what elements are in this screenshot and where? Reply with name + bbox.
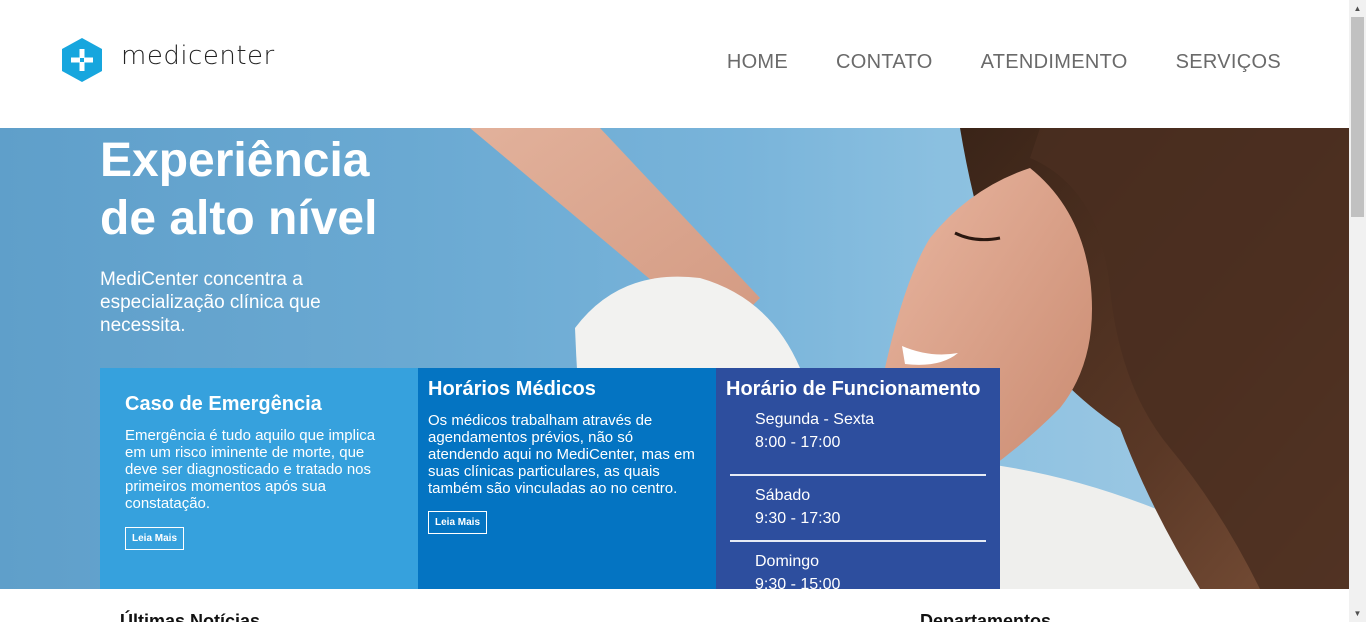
medicenter-logo-icon bbox=[62, 38, 102, 82]
scroll-up-arrow-icon[interactable]: ▲ bbox=[1349, 0, 1366, 17]
schedule-row: Domingo 9:30 - 15:00 bbox=[730, 540, 986, 589]
doctor-hours-title: Horários Médicos bbox=[428, 378, 596, 400]
site-header: medicenter HOME CONTATO ATENDIMENTO SERV… bbox=[0, 0, 1349, 128]
nav-servicos[interactable]: SERVIÇOS bbox=[1176, 51, 1281, 74]
emergency-title: Caso de Emergência bbox=[125, 393, 322, 415]
hero-banner: Experiência de alto nível MediCenter con… bbox=[0, 128, 1349, 589]
nav-atendimento[interactable]: ATENDIMENTO bbox=[981, 51, 1128, 74]
doctor-hours-box: Horários Médicos Os médicos trabalham at… bbox=[418, 368, 716, 589]
scroll-down-arrow-icon[interactable]: ▼ bbox=[1349, 605, 1366, 622]
emergency-box: Caso de Emergência Emergência é tudo aqu… bbox=[100, 368, 418, 589]
hero-title-line1: Experiência bbox=[100, 134, 370, 187]
schedule-time: 9:30 - 15:00 bbox=[755, 576, 841, 589]
nav-contato[interactable]: CONTATO bbox=[836, 51, 933, 74]
schedule-days: Domingo bbox=[755, 553, 820, 570]
schedule-time: 8:00 - 17:00 bbox=[755, 434, 841, 451]
schedule-list: Segunda - Sexta 8:00 - 17:00 Sábado 9:30… bbox=[730, 408, 986, 589]
scroll-thumb[interactable] bbox=[1351, 17, 1364, 217]
hero-title-line2: de alto nível bbox=[100, 192, 378, 245]
hero-title: Experiência de alto nível bbox=[100, 132, 520, 248]
main-nav: HOME CONTATO ATENDIMENTO SERVIÇOS bbox=[727, 51, 1281, 74]
doctor-hours-text: Os médicos trabalham através de agendame… bbox=[428, 412, 695, 497]
opening-hours-box: Horário de Funcionamento Segunda - Sexta… bbox=[716, 368, 1000, 589]
hero-subtitle: MediCenter concentra a especialização cl… bbox=[100, 269, 321, 336]
doctor-hours-read-more-button[interactable]: Leia Mais bbox=[428, 511, 488, 534]
schedule-days: Segunda - Sexta bbox=[755, 411, 875, 428]
logo[interactable]: medicenter bbox=[62, 38, 275, 82]
schedule-time: 9:30 - 17:30 bbox=[755, 510, 841, 527]
nav-home[interactable]: HOME bbox=[727, 51, 788, 74]
logo-text: medicenter bbox=[121, 41, 275, 71]
schedule-row: Sábado 9:30 - 17:30 bbox=[730, 474, 986, 540]
schedule-days: Sábado bbox=[755, 487, 811, 504]
news-heading: Últimas Notícias bbox=[120, 611, 261, 622]
schedule-row: Segunda - Sexta 8:00 - 17:00 bbox=[730, 408, 986, 474]
page-scrollbar[interactable]: ▲ ▼ bbox=[1349, 0, 1366, 622]
emergency-read-more-button[interactable]: Leia Mais bbox=[125, 527, 185, 550]
emergency-text: Emergência é tudo aquilo que implica em … bbox=[125, 427, 376, 512]
opening-hours-title: Horário de Funcionamento bbox=[726, 378, 981, 400]
lower-section: Últimas Notícias Departamentos bbox=[0, 589, 1349, 622]
departments-heading: Departamentos bbox=[920, 611, 1052, 622]
